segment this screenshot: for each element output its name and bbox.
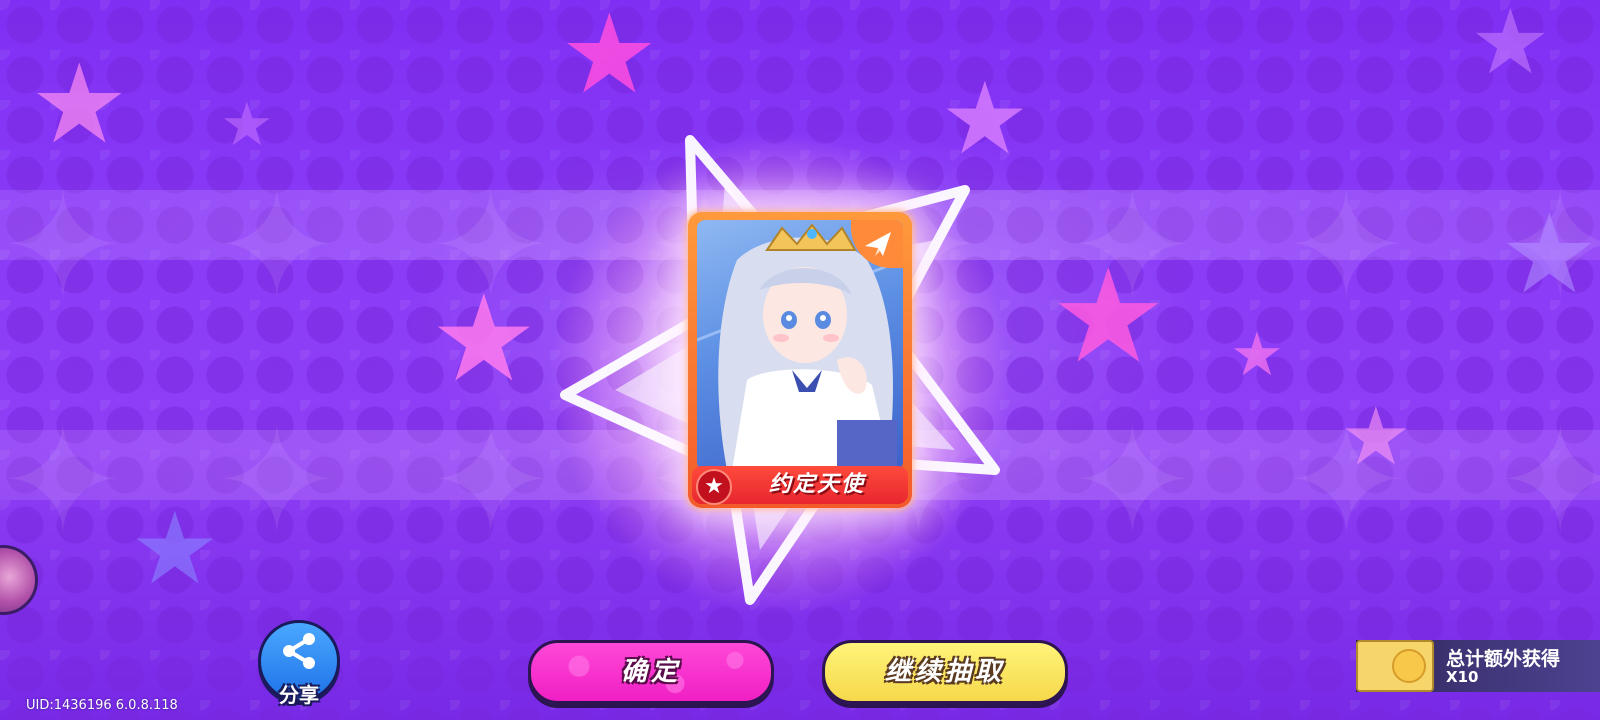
- character-portrait: [697, 220, 903, 470]
- decor-star-icon: ★: [1500, 190, 1599, 318]
- decor-star-icon: ★: [1340, 390, 1412, 483]
- extra-reward-panel: 总计额外获得 X10: [1356, 640, 1600, 692]
- share-button[interactable]: 分享: [258, 620, 340, 707]
- decor-star-icon: ★: [30, 40, 129, 168]
- confirm-button[interactable]: 确定: [528, 640, 774, 704]
- reward-title: 总计额外获得: [1446, 648, 1561, 670]
- decor-star-icon: ★: [220, 90, 274, 160]
- star-icon: ★: [696, 469, 732, 505]
- continue-draw-button[interactable]: 继续抽取: [822, 640, 1068, 704]
- gacha-result-screen: ✦ ✦ ✦ ✦ ✦ ✦ ✦ ✦ ✦ ✦ ✦ ✦ ✦ ✦ ✦ ✦ ★ ★ ★ ★ …: [0, 0, 1600, 720]
- decor-star-icon: ★: [130, 490, 220, 607]
- reward-count: X10: [1446, 668, 1479, 686]
- share-label: 分享: [279, 683, 319, 707]
- decor-star-icon: ★: [1230, 320, 1284, 390]
- character-card[interactable]: ★ 约定天使: [688, 212, 912, 508]
- decor-star-icon: ★: [560, 0, 659, 118]
- card-name-plate: ★ 约定天使: [692, 466, 908, 505]
- decor-star-icon: ★: [1050, 240, 1167, 392]
- paper-plane-icon: [865, 232, 891, 256]
- decor-star-icon: ★: [430, 270, 538, 409]
- card-name: 约定天使: [768, 472, 865, 497]
- ticket-icon: [1356, 640, 1434, 692]
- decor-star-icon: ★: [1470, 0, 1551, 95]
- uid-version-text: UID:1436196 6.0.8.118: [26, 698, 178, 713]
- card-type-badge: [851, 220, 903, 268]
- share-icon: [283, 633, 315, 669]
- ticket-emblem: [1392, 649, 1426, 683]
